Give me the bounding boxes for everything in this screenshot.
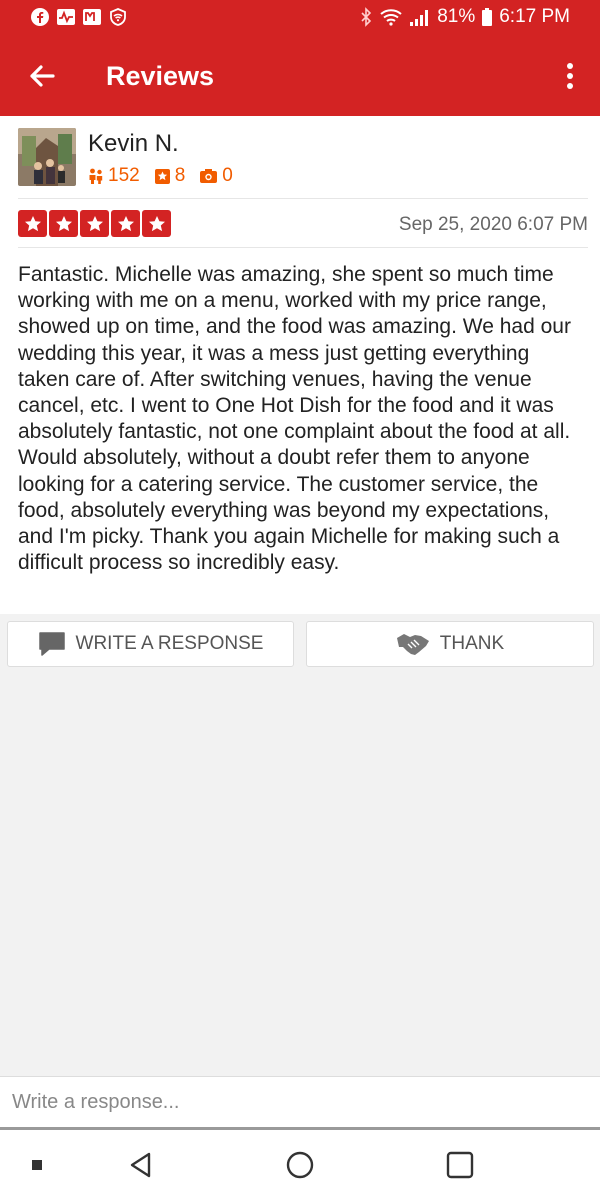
app-bar: Reviews: [0, 40, 600, 116]
system-nav-bar: [0, 1130, 600, 1200]
review-star-icon: [154, 168, 170, 184]
photos-stat: 0: [199, 165, 233, 187]
bluetooth-icon: [361, 7, 372, 27]
back-arrow-icon[interactable]: [22, 56, 62, 96]
response-input[interactable]: [0, 1077, 600, 1127]
signal-icon: [410, 10, 429, 26]
friends-stat: 152: [88, 165, 140, 187]
reviewer-stats: 152 8 0: [88, 165, 243, 187]
thank-label: THANK: [439, 633, 505, 654]
status-bar: 81% 6:17 PM: [0, 0, 600, 36]
review-text: Fantastic. Michelle was amazing, she spe…: [18, 263, 571, 575]
menu-app-icon: [83, 9, 101, 25]
write-response-button[interactable]: WRITE A RESPONSE: [7, 621, 294, 667]
rating-star-icon: [80, 210, 109, 237]
avatar[interactable]: [18, 128, 76, 186]
top-bar: 81% 6:17 PM Reviews: [0, 0, 600, 116]
review-card: Kevin N. 152 8 0 Sep 25, 2020 6:07 PM Fa…: [0, 116, 600, 614]
nav-recents-icon[interactable]: [445, 1150, 475, 1180]
speech-bubble-icon: [38, 632, 65, 656]
page-title: Reviews: [106, 61, 215, 91]
battery-percent: 81%: [437, 6, 476, 27]
divider: [18, 247, 588, 248]
review-actions: WRITE A RESPONSE THANK: [0, 614, 600, 676]
status-time: 6:17 PM: [499, 6, 570, 27]
status-system: 81% 6:17 PM: [359, 6, 570, 28]
nav-dot-icon[interactable]: [30, 1158, 44, 1172]
reviews-stat: 8: [154, 165, 186, 187]
rating-star-icon: [142, 210, 171, 237]
reviewer-name[interactable]: Kevin N.: [88, 130, 179, 158]
user-photo-icon: [18, 128, 76, 186]
friends-icon: [89, 168, 103, 184]
camera-icon: [200, 169, 218, 183]
status-notification-icons: [30, 7, 128, 27]
facebook-icon: [31, 8, 49, 26]
reviews-count: 8: [174, 165, 186, 186]
rating-star-icon: [111, 210, 140, 237]
reply-bar: [0, 1076, 600, 1130]
friends-count: 152: [108, 165, 140, 186]
review-date: Sep 25, 2020 6:07 PM: [398, 214, 588, 235]
shield-wifi-icon: [110, 8, 126, 26]
nav-home-icon[interactable]: [285, 1150, 315, 1180]
rating-star-icon: [18, 210, 47, 237]
star-rating: [18, 210, 171, 237]
battery-icon: [482, 8, 493, 26]
wifi-icon: [380, 9, 402, 26]
activity-icon: [57, 9, 75, 25]
overflow-menu-icon[interactable]: [558, 58, 582, 94]
divider: [18, 198, 588, 199]
photos-count: 0: [222, 165, 233, 186]
thank-button[interactable]: THANK: [306, 621, 594, 667]
nav-back-icon[interactable]: [126, 1150, 156, 1180]
rating-star-icon: [49, 210, 78, 237]
write-response-label: WRITE A RESPONSE: [75, 633, 264, 654]
handshake-icon: [396, 634, 429, 655]
